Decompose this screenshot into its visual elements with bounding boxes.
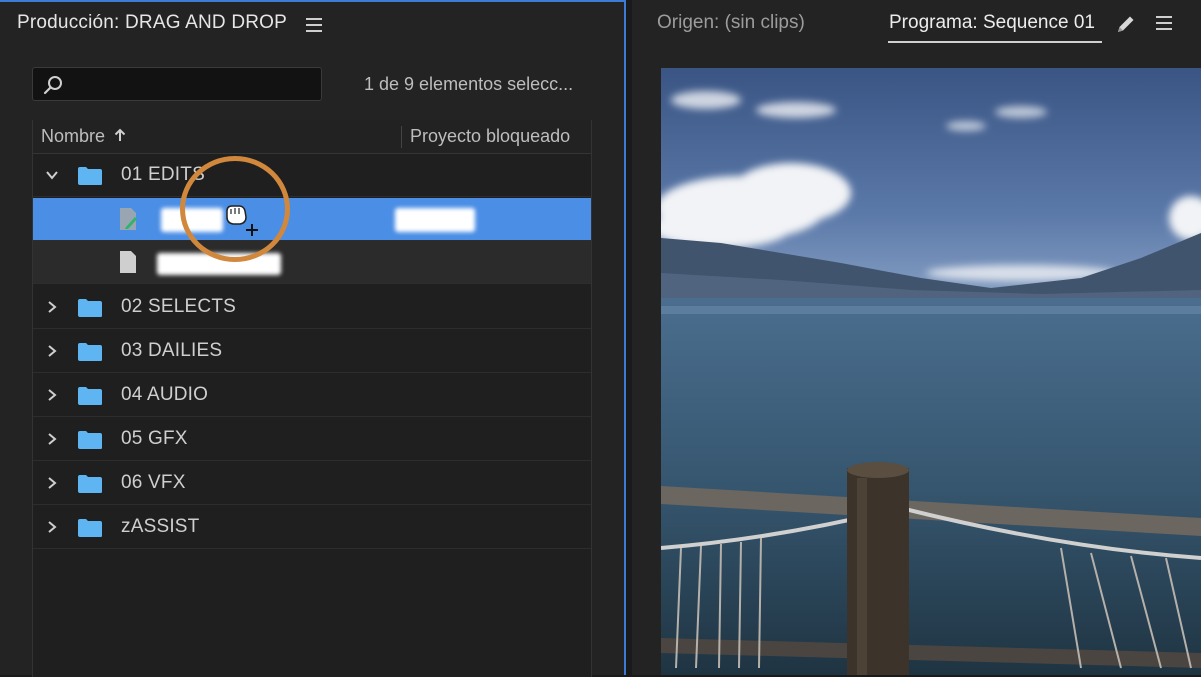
folder-row-06-vfx[interactable]: 06 VFX xyxy=(33,462,591,505)
folder-label: 03 DAILIES xyxy=(121,340,223,361)
folder-icon xyxy=(78,387,102,405)
pencil-icon[interactable] xyxy=(1115,13,1137,35)
folder-row-zassist[interactable]: zASSIST xyxy=(33,506,591,549)
folder-icon xyxy=(78,431,102,449)
sequence-file-icon xyxy=(120,208,137,230)
chevron-right-icon[interactable] xyxy=(45,432,59,446)
folder-label: 05 GFX xyxy=(121,428,188,449)
project-item-list: Nombre Proyecto bloqueado 01 EDITS 02 SE… xyxy=(32,120,592,677)
monitor-panel: Origen: (sin clips) Programa: Sequence 0… xyxy=(632,0,1201,675)
project-panel: Producción: DRAG AND DROP 1 de 9 element… xyxy=(0,0,626,677)
project-panel-title[interactable]: Producción: DRAG AND DROP xyxy=(17,12,287,34)
folder-row-03-dailies[interactable]: 03 DAILIES xyxy=(33,330,591,373)
folder-label: 04 AUDIO xyxy=(121,384,209,405)
folder-row-04-audio[interactable]: 04 AUDIO xyxy=(33,374,591,417)
search-box[interactable] xyxy=(32,67,322,102)
folder-row-02-selects[interactable]: 02 SELECTS xyxy=(33,286,591,329)
chevron-right-icon[interactable] xyxy=(45,520,59,534)
monitor-menu-icon[interactable] xyxy=(1156,16,1172,30)
search-input[interactable] xyxy=(69,68,313,102)
column-separator[interactable] xyxy=(401,126,402,148)
chevron-right-icon[interactable] xyxy=(45,344,59,358)
chevron-right-icon[interactable] xyxy=(45,300,59,314)
column-name-header[interactable]: Nombre xyxy=(41,126,126,147)
folder-label: 02 SELECTS xyxy=(121,296,236,317)
sort-arrow-icon xyxy=(114,128,126,141)
folder-icon xyxy=(78,167,102,185)
chevron-down-icon[interactable] xyxy=(45,168,59,182)
column-locked-header[interactable]: Proyecto bloqueado xyxy=(410,126,570,147)
sequence-item-row[interactable] xyxy=(33,198,591,241)
program-video-frame xyxy=(661,68,1201,675)
redacted-locked-value xyxy=(395,208,475,232)
selection-count: 1 de 9 elementos selecc... xyxy=(364,74,574,94)
folder-icon xyxy=(78,343,102,361)
folder-icon xyxy=(78,519,102,537)
folder-icon xyxy=(78,475,102,493)
tab-program[interactable]: Programa: Sequence 01 xyxy=(889,12,1095,34)
search-icon xyxy=(43,76,62,95)
project-menu-icon[interactable] xyxy=(306,18,322,32)
active-tab-underline xyxy=(888,41,1102,43)
folder-label: 06 VFX xyxy=(121,472,186,493)
folder-label: zASSIST xyxy=(121,516,200,537)
folder-icon xyxy=(78,299,102,317)
column-header: Nombre Proyecto bloqueado xyxy=(33,120,591,154)
file-icon xyxy=(120,251,136,273)
grab-hand-cursor-icon xyxy=(226,205,258,236)
folder-row-01-edits[interactable]: 01 EDITS xyxy=(33,154,591,197)
chevron-right-icon[interactable] xyxy=(45,388,59,402)
file-item-row[interactable] xyxy=(33,241,591,284)
folder-row-05-gfx[interactable]: 05 GFX xyxy=(33,418,591,461)
chevron-right-icon[interactable] xyxy=(45,476,59,490)
tab-source[interactable]: Origen: (sin clips) xyxy=(657,12,805,34)
